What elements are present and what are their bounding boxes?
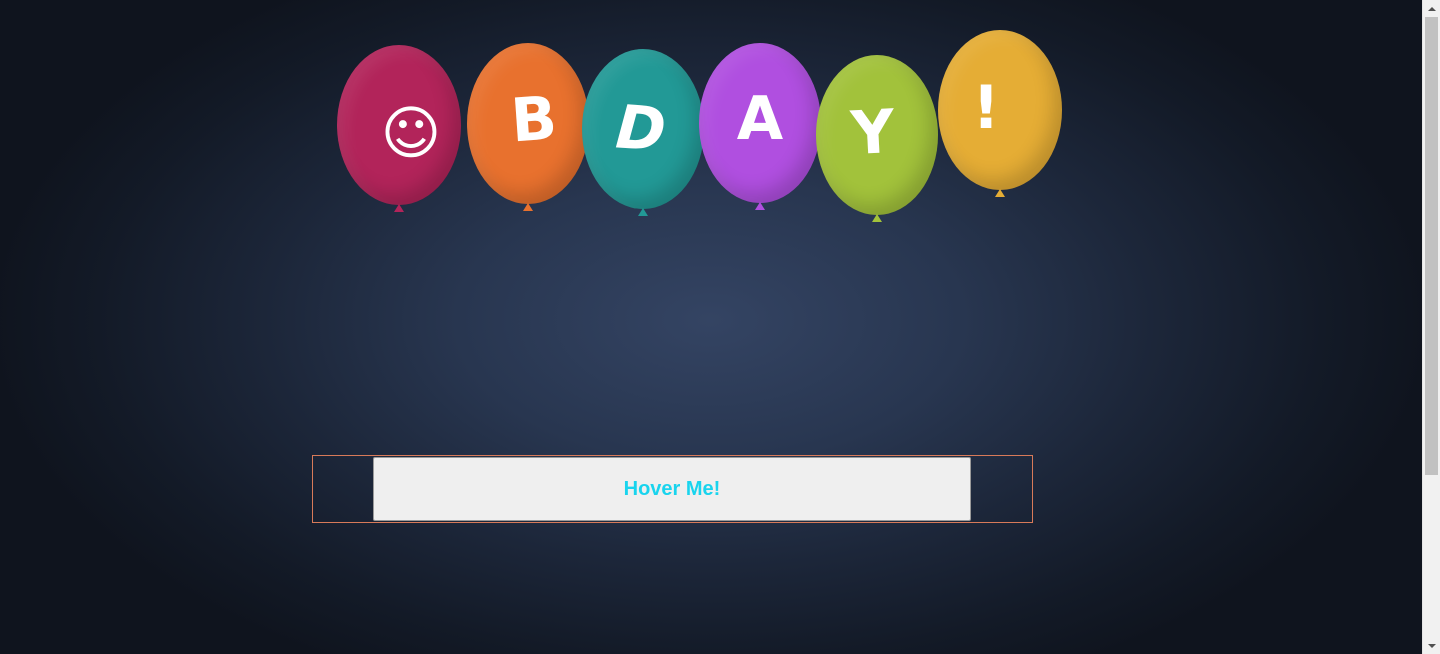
balloon-letter: ! bbox=[972, 73, 1000, 143]
hover-button-frame: Hover Me! bbox=[312, 455, 1033, 523]
balloon-letter: A bbox=[736, 84, 784, 154]
balloon-exclamation: ! bbox=[938, 30, 1062, 197]
balloon-smiley: ☺ bbox=[337, 45, 461, 212]
balloon-letter-d: D bbox=[582, 49, 704, 216]
balloon-letter-y: Y bbox=[816, 55, 938, 222]
balloon-letter: B bbox=[508, 82, 560, 157]
scroll-down-arrow-icon[interactable] bbox=[1423, 637, 1440, 654]
balloon-letter: Y bbox=[849, 96, 897, 170]
balloon-letter-b: B bbox=[467, 43, 589, 211]
balloon-letter: D bbox=[613, 92, 669, 166]
hover-me-button[interactable]: Hover Me! bbox=[373, 457, 971, 521]
vertical-scrollbar[interactable] bbox=[1422, 0, 1440, 654]
balloon-letter-a: A bbox=[699, 43, 821, 210]
scroll-up-arrow-icon[interactable] bbox=[1423, 0, 1440, 17]
scrollbar-thumb[interactable] bbox=[1425, 17, 1438, 475]
smiley-icon: ☺ bbox=[380, 99, 442, 167]
page-viewport: ☺ B D A Y ! Hover Me! bbox=[0, 0, 1422, 654]
